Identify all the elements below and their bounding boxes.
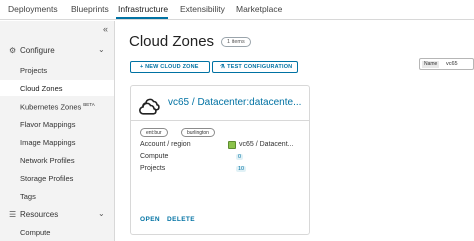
sidebar-section-configure[interactable]: ⚙ Configure ⌄ (0, 44, 115, 58)
sidebar-item-projects[interactable]: Projects (0, 62, 114, 78)
collapse-sidebar-icon[interactable]: « (103, 24, 108, 34)
sidebar-item-text: Kubernetes Zones (20, 102, 82, 112)
top-navigation: Deployments Blueprints Infrastructure Ex… (0, 0, 474, 20)
beta-badge: BETA (83, 102, 95, 107)
sidebar: « ⚙ Configure ⌄ Projects Cloud Zones Kub… (0, 21, 115, 241)
card-divider (131, 120, 309, 121)
sidebar-item-compute[interactable]: Compute (0, 224, 114, 240)
chevron-down-icon: ⌄ (98, 45, 105, 54)
account-region-value: vc65 / Datacent... (239, 141, 294, 148)
chevron-down-icon: ⌄ (98, 209, 105, 218)
sidebar-item-label: Flavor Mappings (20, 120, 76, 129)
new-cloud-zone-button[interactable]: + NEW CLOUD ZONE (130, 61, 210, 73)
sidebar-item-cloud-zones[interactable]: Cloud Zones (0, 80, 114, 96)
sidebar-section-label: Configure (20, 46, 55, 55)
test-configuration-label: TEST CONFIGURATION (227, 64, 293, 70)
tag-chip: ent:bur (140, 128, 168, 137)
tab-infrastructure[interactable]: Infrastructure (118, 4, 168, 14)
sidebar-item-label: Cloud Zones (20, 84, 63, 93)
compute-label: Compute (140, 153, 169, 160)
sidebar-section-label: Resources (20, 210, 59, 219)
sidebar-item-kubernetes-zones[interactable]: Kubernetes Zones BETA (0, 98, 114, 114)
compute-count: 0 (236, 154, 244, 160)
tab-deployments[interactable]: Deployments (8, 4, 58, 14)
account-region-row: Account / region vc65 / Datacent... (140, 141, 305, 152)
tag-chip: burlington (181, 128, 215, 137)
datacenter-icon (228, 141, 236, 149)
test-configuration-button[interactable]: ⚗ TEST CONFIGURATION (212, 61, 298, 73)
search-filter[interactable]: Name vc65 (419, 58, 474, 70)
tab-extensibility[interactable]: Extensibility (180, 4, 225, 14)
filter-key: Name (422, 61, 440, 68)
tab-blueprints[interactable]: Blueprints (71, 4, 109, 14)
compute-row: Compute 0 (140, 153, 305, 164)
filter-value: vc65 (446, 61, 458, 67)
sidebar-item-label: Compute (20, 228, 51, 237)
sidebar-item-label: Image Mappings (20, 138, 76, 147)
sidebar-item-network-profiles[interactable]: Network Profiles (0, 152, 114, 168)
sidebar-item-label: Tags (20, 192, 36, 201)
sidebar-section-resources[interactable]: ☰ Resources ⌄ (0, 208, 115, 222)
gear-icon: ⚙ (9, 46, 17, 55)
cloud-icon (139, 98, 160, 115)
cloud-zone-name-link[interactable]: vc65 / Datacenter:datacente... (168, 97, 308, 108)
sidebar-item-tags[interactable]: Tags (0, 188, 114, 204)
projects-count: 10 (236, 166, 247, 172)
cloud-zone-card: vc65 / Datacenter:datacente... ent:bur b… (130, 85, 310, 235)
open-button[interactable]: OPEN (140, 216, 160, 223)
delete-button[interactable]: DELETE (167, 216, 195, 223)
sidebar-item-label: Storage Profiles (20, 174, 74, 183)
layers-icon: ☰ (9, 210, 17, 219)
account-region-label: Account / region (140, 141, 191, 148)
sidebar-item-label: Projects (20, 66, 48, 75)
page-title: Cloud Zones (129, 33, 215, 50)
item-count-badge: 1 items (221, 37, 251, 47)
projects-label: Projects (140, 165, 166, 172)
tab-marketplace[interactable]: Marketplace (236, 4, 282, 14)
projects-row: Projects 10 (140, 165, 305, 176)
sidebar-item-flavor-mappings[interactable]: Flavor Mappings (0, 116, 114, 132)
sidebar-item-storage-profiles[interactable]: Storage Profiles (0, 170, 114, 186)
sidebar-item-image-mappings[interactable]: Image Mappings (0, 134, 114, 150)
sidebar-item-label: Kubernetes Zones BETA (20, 102, 95, 112)
sidebar-item-label: Network Profiles (20, 156, 75, 165)
active-tab-indicator (116, 17, 168, 19)
test-icon: ⚗ (220, 64, 226, 70)
